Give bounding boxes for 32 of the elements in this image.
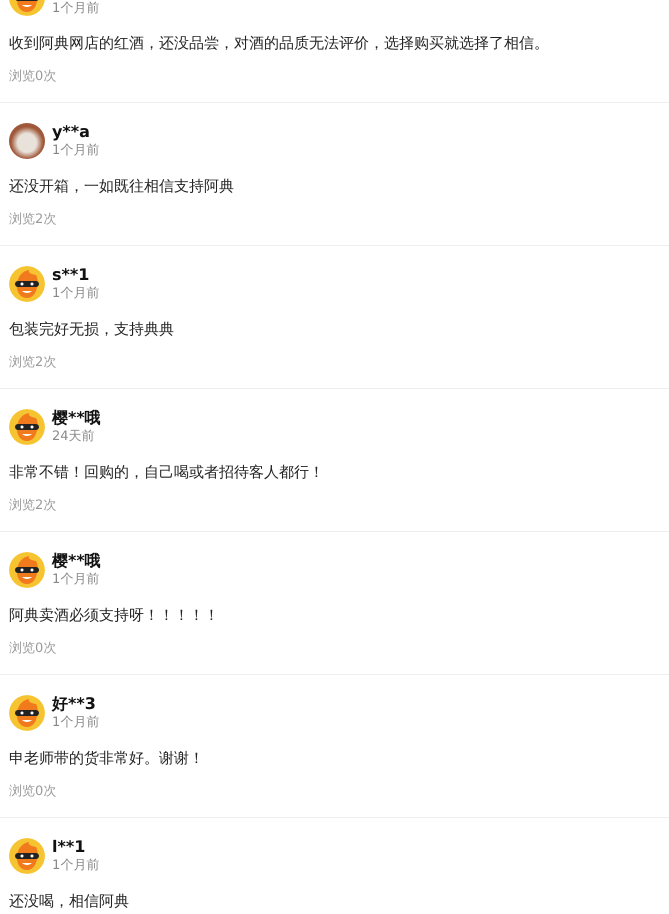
- photo-placeholder: [9, 123, 45, 159]
- view-count: 浏览2次: [9, 497, 58, 515]
- comment-time: 1个月前: [52, 714, 100, 732]
- comment-time: 1个月前: [52, 142, 100, 160]
- user-name: y**a: [52, 122, 91, 142]
- cartoon-avatar: [9, 266, 45, 302]
- comment-text: 包装完好无损，支持典典: [9, 319, 175, 340]
- comment-time: 1个月前: [52, 857, 100, 875]
- comment-text: 还没喝，相信阿典: [9, 891, 130, 912]
- comment-text: 非常不错！回购的，自己喝或者招待客人都行！: [9, 462, 325, 483]
- view-count: 浏览0次: [9, 783, 58, 801]
- comment-time: 24天前: [52, 428, 96, 446]
- comment-text: 还没开箱，一如既往相信支持阿典: [9, 176, 235, 197]
- user-name: l**1: [52, 837, 86, 857]
- cartoon-avatar: [9, 409, 45, 445]
- user-name: 樱**哦: [52, 408, 101, 428]
- cartoon-avatar: [9, 838, 45, 874]
- user-name: 樱**哦: [52, 551, 101, 571]
- comment-time: 1个月前: [52, 285, 100, 303]
- comment-time: 1个月前: [52, 571, 100, 589]
- view-count: 浏览0次: [9, 640, 58, 658]
- cartoon-avatar: [9, 552, 45, 588]
- view-count: 浏览2次: [9, 211, 58, 229]
- cartoon-avatar: [9, 695, 45, 731]
- comment-text: 阿典卖酒必须支持呀！！！！！: [9, 605, 220, 626]
- view-count: 浏览0次: [9, 68, 58, 86]
- comment-text: 收到阿典网店的红酒，还没品尝，对酒的品质无法评价，选择购买就选择了相信。: [9, 33, 550, 54]
- comment-text: 申老师带的货非常好。谢谢！: [9, 748, 205, 769]
- comment-time: 1个月前: [52, 0, 100, 18]
- user-name: s**1: [52, 265, 90, 285]
- view-count: 浏览2次: [9, 354, 58, 372]
- user-name: 好**3: [52, 694, 97, 714]
